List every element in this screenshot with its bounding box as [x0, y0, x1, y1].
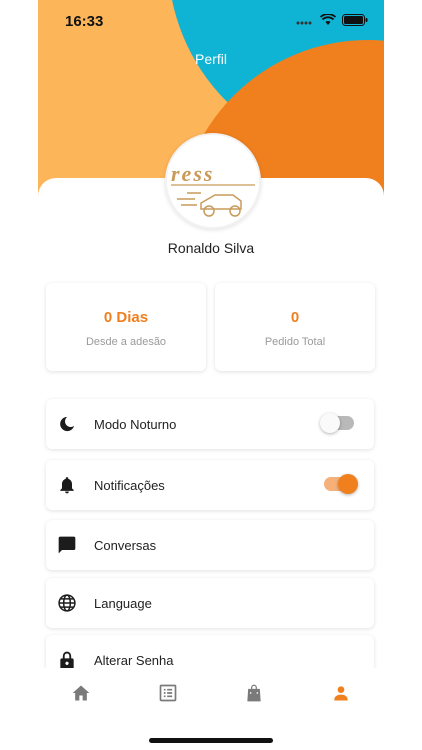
user-name: Ronaldo Silva	[167, 240, 255, 256]
dark-mode-toggle[interactable]	[320, 413, 354, 433]
tab-home[interactable]	[38, 668, 125, 726]
language-row[interactable]: Language	[46, 578, 374, 628]
change-password-label: Alterar Senha	[94, 652, 174, 668]
wifi-icon	[320, 14, 336, 25]
toggle-knob	[338, 474, 358, 494]
toggle-knob	[320, 413, 340, 433]
tab-profile[interactable]	[298, 668, 385, 726]
globe-icon	[56, 592, 78, 614]
bottom-tab-bar	[38, 668, 384, 726]
member-since-card: 0 Dias Desde a adesão	[46, 283, 206, 371]
bell-icon	[56, 474, 78, 496]
tab-cart[interactable]	[211, 668, 298, 726]
chats-label: Conversas	[94, 537, 157, 553]
battery-icon	[342, 14, 368, 26]
phone-screen: 16:33 Perfil ress Ronaldo Silva 0 Dias D…	[38, 0, 384, 750]
dark-mode-label: Modo Noturno	[94, 416, 177, 432]
avatar-logo-text: ress	[171, 161, 214, 186]
home-icon	[72, 685, 90, 701]
orders-icon	[159, 684, 177, 702]
language-label: Language	[94, 595, 152, 611]
tab-orders[interactable]	[125, 668, 212, 726]
notifications-row[interactable]: Notificações	[46, 460, 374, 510]
moon-icon	[56, 413, 78, 435]
member-since-value: 0 Dias	[103, 309, 149, 326]
chat-icon	[56, 534, 78, 556]
profile-icon	[334, 686, 348, 701]
total-orders-card: 0 Pedido Total	[215, 283, 375, 371]
home-indicator	[149, 738, 273, 743]
total-orders-value: 0	[290, 309, 300, 326]
dark-mode-row[interactable]: Modo Noturno	[46, 399, 374, 449]
status-time: 16:33	[65, 13, 104, 30]
notifications-toggle[interactable]	[324, 474, 358, 494]
chats-row[interactable]: Conversas	[46, 520, 374, 570]
cellular-signal-icon	[296, 21, 312, 25]
shopping-bag-icon	[247, 684, 261, 702]
total-orders-label: Pedido Total	[264, 336, 326, 348]
member-since-label: Desde a adesão	[85, 336, 167, 348]
avatar[interactable]: ress	[165, 133, 261, 229]
page-title: Perfil	[195, 51, 227, 67]
status-icons	[296, 14, 368, 26]
notifications-label: Notificações	[94, 477, 165, 493]
